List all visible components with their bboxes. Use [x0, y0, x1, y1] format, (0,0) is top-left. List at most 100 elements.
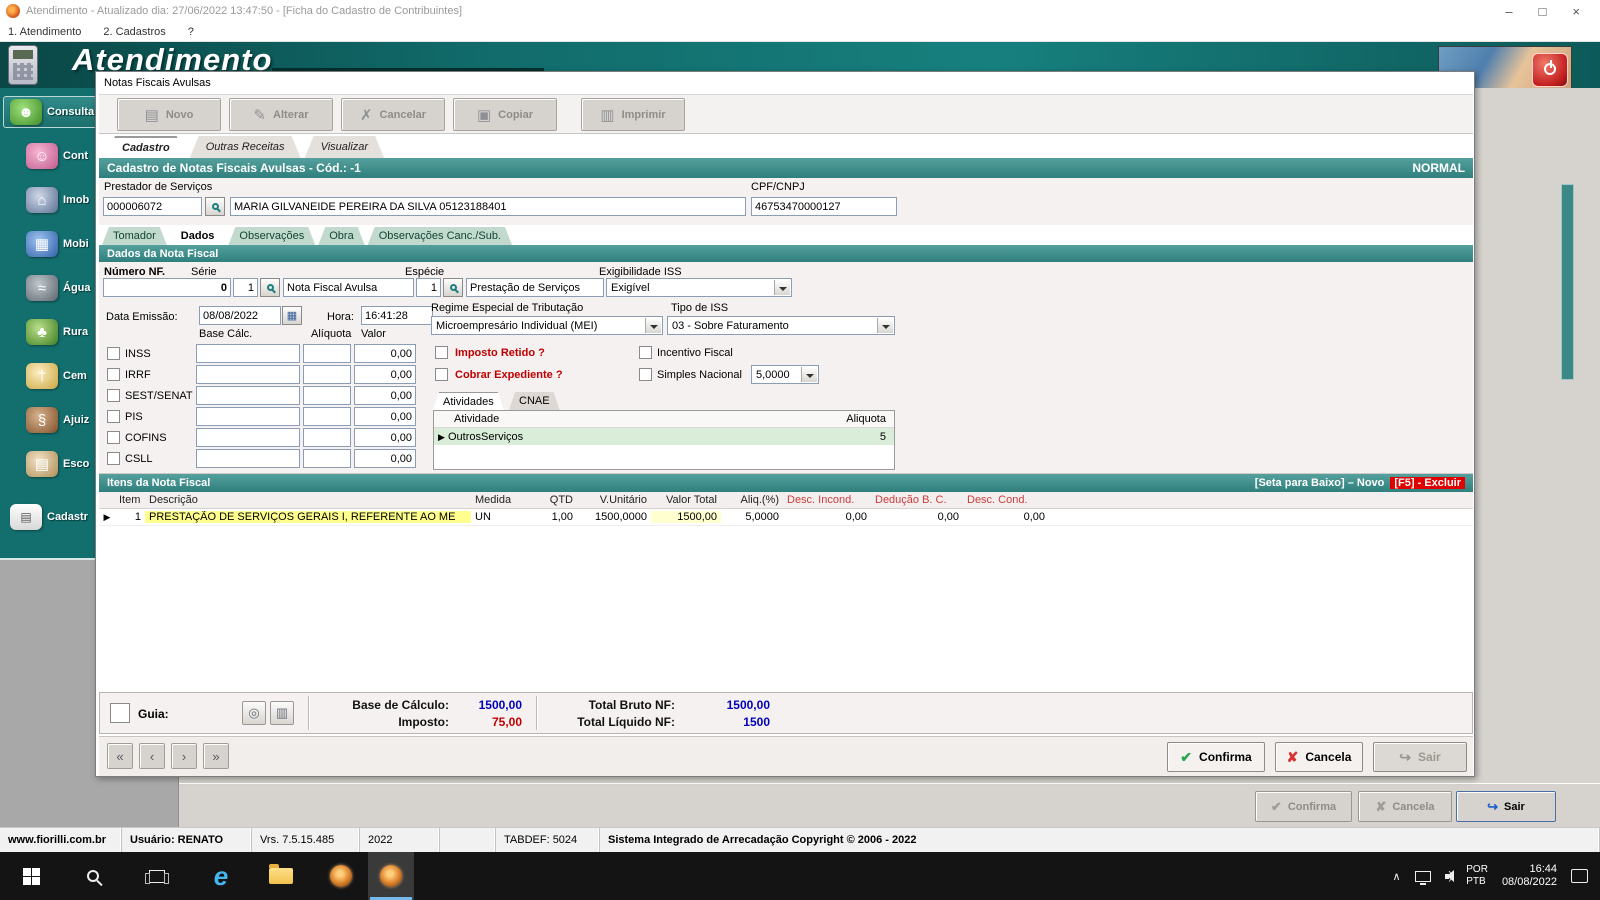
csll-checkbox[interactable] [107, 452, 120, 465]
cobrar-expediente-checkbox[interactable] [435, 368, 448, 381]
cofins-base-input[interactable] [196, 428, 300, 447]
pis-checkbox[interactable] [107, 410, 120, 423]
sidebar-item-agua[interactable]: ≈ Água [0, 266, 100, 310]
sidebar-item-cemiterio[interactable]: † Cem [0, 354, 100, 398]
outer-cancela-button[interactable]: ✘ Cancela [1358, 791, 1452, 822]
cofins-checkbox[interactable] [107, 431, 120, 444]
network-icon[interactable] [1414, 870, 1431, 885]
novo-button[interactable]: ▤ Novo [117, 98, 221, 131]
menu-atendimento[interactable]: 1. Atendimento [8, 26, 81, 38]
minimize-icon[interactable]: – [1505, 4, 1512, 19]
inss-checkbox[interactable] [107, 347, 120, 360]
close-icon[interactable]: × [1572, 4, 1580, 19]
tab-observacoes-canc[interactable]: Observações Canc./Sub. [368, 227, 512, 245]
nav-first-button[interactable]: « [107, 743, 133, 769]
nav-prev-button[interactable]: ‹ [139, 743, 165, 769]
inss-aliquota-input[interactable] [303, 344, 351, 363]
calendar-button[interactable]: ▦ [282, 306, 302, 325]
especie-desc-input[interactable] [466, 278, 604, 297]
sidebar-item-rural[interactable]: ♣ Rura [0, 310, 100, 354]
tab-cnae[interactable]: CNAE [509, 392, 560, 410]
irrf-valor-input[interactable] [354, 365, 416, 384]
numero-nf-input[interactable] [103, 278, 231, 297]
cpf-cnpj-input[interactable] [751, 197, 897, 216]
hora-input[interactable] [361, 306, 433, 325]
tab-visualizar[interactable]: Visualizar [305, 136, 385, 158]
irrf-base-input[interactable] [196, 365, 300, 384]
file-explorer-button[interactable] [258, 852, 304, 900]
incentivo-fiscal-checkbox[interactable] [639, 346, 652, 359]
fiorilli-app-button[interactable] [318, 852, 364, 900]
nav-next-button[interactable]: › [171, 743, 197, 769]
guia-print-button[interactable]: ▥ [270, 701, 294, 725]
internet-explorer-button[interactable]: e [198, 852, 244, 900]
cancelar-button[interactable]: ✗ Cancelar [341, 98, 445, 131]
start-button[interactable] [8, 852, 54, 900]
tab-tomador[interactable]: Tomador [102, 227, 167, 245]
sest-senat-valor-input[interactable] [354, 386, 416, 405]
sidebar-item-consulta[interactable]: ☻ Consulta [3, 96, 97, 128]
volume-button[interactable]: ) [1444, 870, 1454, 882]
prestador-name-input[interactable] [230, 197, 746, 216]
simples-nacional-checkbox[interactable] [639, 368, 652, 381]
item-row[interactable]: ▶ 1 PRESTAÇÃO DE SERVIÇOS GERAIS I, REFE… [99, 509, 1473, 526]
pis-base-input[interactable] [196, 407, 300, 426]
sidebar-item-mobiliario[interactable]: ▦ Mobi [0, 222, 100, 266]
especie-input[interactable] [416, 278, 441, 297]
tipo-iss-select[interactable]: 03 - Sobre Faturamento [667, 316, 895, 335]
especie-search-button[interactable] [443, 278, 463, 297]
tray-chevron-icon[interactable]: ∧ [1393, 870, 1401, 883]
tab-cadastro[interactable]: Cadastro [106, 136, 186, 158]
menu-cadastros[interactable]: 2. Cadastros [103, 26, 165, 38]
atendimento-app-button[interactable] [368, 852, 414, 900]
sidebar-item-ajuizamento[interactable]: § Ajuiz [0, 398, 100, 442]
csll-aliquota-input[interactable] [303, 449, 351, 468]
sair-button[interactable]: ↪ Sair [1373, 742, 1467, 772]
tab-observacoes[interactable]: Observações [228, 227, 315, 245]
confirma-button[interactable]: ✔ Confirma [1167, 742, 1265, 772]
task-view-button[interactable] [134, 852, 180, 900]
pis-valor-input[interactable] [354, 407, 416, 426]
sidebar-item-imobiliario[interactable]: ⌂ Imob [0, 178, 100, 222]
cancela-button[interactable]: ✘ Cancela [1275, 742, 1363, 772]
clock[interactable]: 16:44 08/08/2022 [1502, 863, 1557, 889]
serie-search-button[interactable] [260, 278, 280, 297]
copiar-button[interactable]: ▣ Copiar [453, 98, 557, 131]
alterar-button[interactable]: ✎ Alterar [229, 98, 333, 131]
csll-valor-input[interactable] [354, 449, 416, 468]
tab-atividades[interactable]: Atividades [433, 392, 504, 410]
maximize-icon[interactable]: □ [1539, 4, 1547, 19]
sidebar-item-cadastro[interactable]: ▤ Cadastr [0, 500, 100, 534]
notification-icon[interactable] [1571, 869, 1588, 883]
prestador-code-input[interactable] [103, 197, 202, 216]
csll-base-input[interactable] [196, 449, 300, 468]
irrf-aliquota-input[interactable] [303, 365, 351, 384]
outer-confirma-button[interactable]: ✔ Confirma [1255, 791, 1352, 822]
outer-scrollbar[interactable] [1561, 184, 1574, 380]
guia-view-button[interactable]: ◎ [242, 701, 266, 725]
language-indicator[interactable]: POR PTB [1466, 864, 1488, 888]
serie-desc-input[interactable] [283, 278, 414, 297]
guia-checkbox[interactable] [110, 703, 130, 723]
outer-sair-button[interactable]: ↪ Sair [1456, 791, 1556, 822]
nav-last-button[interactable]: » [203, 743, 229, 769]
exigibilidade-select[interactable]: Exigível [606, 278, 792, 297]
regime-select[interactable]: Microempresário Individual (MEI) [431, 316, 663, 335]
inss-valor-input[interactable] [354, 344, 416, 363]
prestador-search-button[interactable] [205, 197, 225, 216]
atividade-row[interactable]: ▶ OutrosServiços 5 [434, 428, 894, 445]
sidebar-item-escola[interactable]: ▤ Esco [0, 442, 100, 486]
inss-base-input[interactable] [196, 344, 300, 363]
sest-senat-aliquota-input[interactable] [303, 386, 351, 405]
sest-senat-checkbox[interactable] [107, 389, 120, 402]
imposto-retido-checkbox[interactable] [435, 346, 448, 359]
pis-aliquota-input[interactable] [303, 407, 351, 426]
serie-input[interactable] [233, 278, 258, 297]
simples-aliquota-select[interactable]: 5,0000 [751, 365, 819, 384]
imprimir-button[interactable]: ▥ Imprimir [581, 98, 685, 131]
cofins-aliquota-input[interactable] [303, 428, 351, 447]
sidebar-item-contribuinte[interactable]: ☺ Cont [0, 134, 100, 178]
data-emissao-input[interactable] [199, 306, 281, 325]
menu-help[interactable]: ? [188, 26, 194, 38]
taskbar-search-button[interactable] [70, 852, 116, 900]
